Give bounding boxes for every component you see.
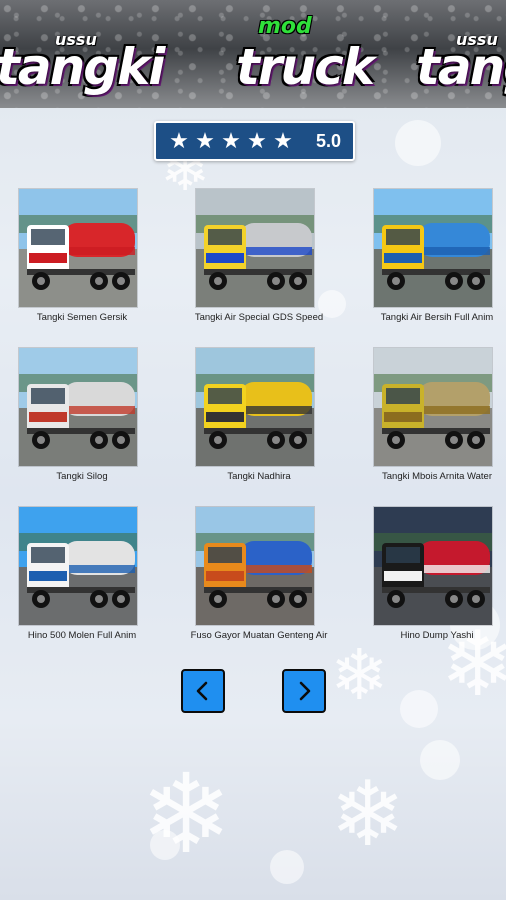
truck-label: Tangki Mbois Arnita Water	[382, 471, 492, 482]
truck-label: Hino 500 Molen Full Anim	[27, 630, 137, 641]
chevron-right-icon	[299, 681, 311, 701]
truck-thumbnail[interactable]	[195, 188, 315, 308]
truck-label: Tangki Air Bersih Full Anim	[380, 312, 494, 323]
star-icon: ★	[195, 128, 215, 153]
truck-label: Tangki Semen Gersik	[36, 312, 128, 323]
star-icon: ★	[221, 128, 241, 153]
banner-brand-right: tang	[416, 38, 506, 96]
truck-thumbnail[interactable]	[18, 188, 138, 308]
truck-thumbnail[interactable]	[195, 347, 315, 467]
banner-brand-left: tangki	[0, 38, 165, 96]
banner-brand-center-small: mod	[258, 14, 312, 39]
next-page-button[interactable]	[282, 669, 326, 713]
header-banner: ussu tangki mod truck ussu tang	[0, 0, 506, 108]
rating-score: 5.0	[315, 130, 341, 151]
chevron-left-icon	[196, 681, 208, 701]
rating-bar[interactable]: ★ ★ ★ ★ ★ 5.0	[154, 121, 355, 161]
banner-brand-center: truck	[236, 38, 375, 96]
truck-thumbnail[interactable]	[195, 506, 315, 626]
star-icon: ★	[273, 128, 293, 153]
star-icon: ★	[169, 128, 189, 153]
star-icon: ★	[247, 128, 267, 153]
truck-thumbnail[interactable]	[18, 347, 138, 467]
star-rating: ★ ★ ★ ★ ★	[166, 130, 296, 152]
truck-thumbnail[interactable]	[373, 188, 493, 308]
truck-thumbnail[interactable]	[373, 347, 493, 467]
truck-label: Tangki Nadhira	[227, 471, 291, 482]
previous-page-button[interactable]	[181, 669, 225, 713]
truck-label: Tangki Air Special GDS Speed	[194, 312, 324, 323]
truck-label: Hino Dump Yashi	[400, 630, 474, 641]
truck-label: Fuso Gayor Muatan Genteng Air	[190, 630, 328, 641]
truck-thumbnail[interactable]	[18, 506, 138, 626]
truck-thumbnail[interactable]	[373, 506, 493, 626]
truck-label: Tangki Silog	[56, 471, 108, 482]
